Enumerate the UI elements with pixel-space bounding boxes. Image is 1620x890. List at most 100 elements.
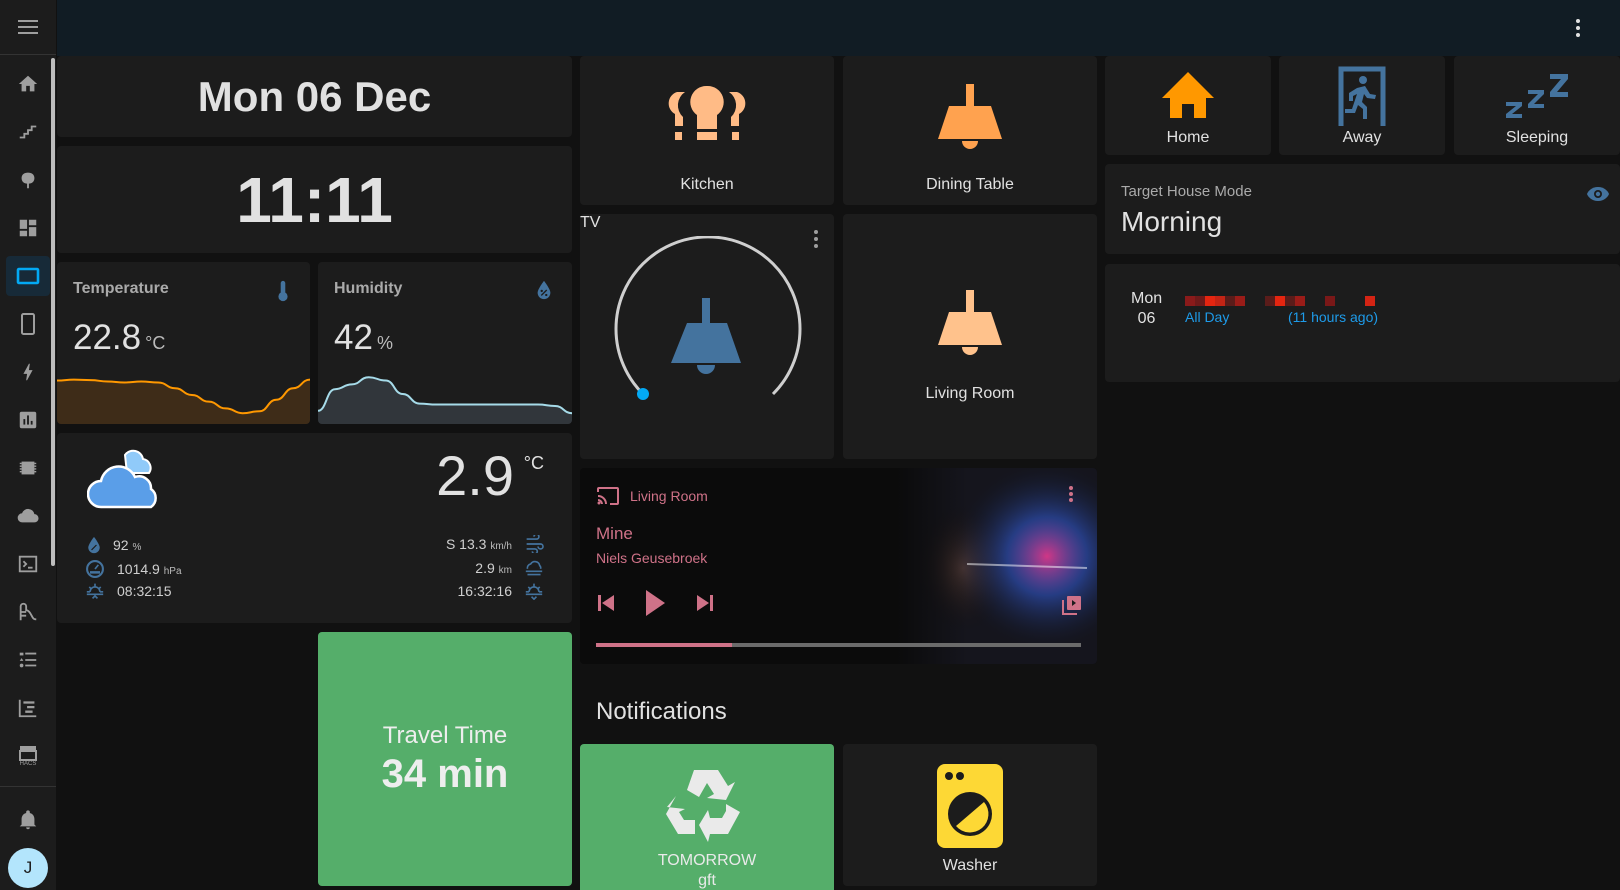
water-percent-icon: [537, 280, 551, 300]
media-progress-bar[interactable]: [596, 643, 1081, 647]
home-icon: [1162, 72, 1214, 118]
chart-box-icon: [19, 411, 37, 429]
view-dashboard-icon: [19, 219, 37, 237]
calendar-event[interactable]: (11 hours ago): [1288, 309, 1378, 325]
sidebar-item-terminal[interactable]: [6, 544, 50, 584]
temperature-card[interactable]: Temperature 22.8 °C: [57, 262, 310, 424]
light-name: Kitchen: [680, 176, 734, 193]
weather-card[interactable]: 2.9 °C 92 % 1014.9 hPa 08:32:15 S 13.3 k…: [57, 433, 572, 623]
sunrise-icon: [86, 583, 104, 599]
eye-icon[interactable]: [1586, 186, 1610, 202]
sidebar-item-tablet-landscape[interactable]: [6, 256, 50, 296]
sidebar-item-cloud[interactable]: [6, 496, 50, 536]
dots-vertical-icon[interactable]: [814, 230, 818, 248]
thermometer-icon: [278, 280, 288, 302]
bell-icon: [19, 810, 37, 830]
sidebar-item-hacs[interactable]: HACS: [6, 736, 50, 776]
gauge-icon: [86, 560, 104, 578]
sidebar-item-list[interactable]: [6, 640, 50, 680]
console-icon: [18, 555, 38, 573]
sidebar-item-chip[interactable]: [6, 448, 50, 488]
light-living-room[interactable]: Living Room: [843, 214, 1097, 459]
cloud-icon: [17, 508, 39, 523]
slide-icon: [19, 602, 37, 621]
calendar-day: Mon 06: [1131, 289, 1162, 329]
play-icon[interactable]: [643, 588, 667, 618]
humidity-card[interactable]: Humidity 42%: [318, 262, 572, 424]
sidebar-item-stairs[interactable]: [6, 112, 50, 152]
media-title: Mine: [596, 524, 633, 543]
stairs-icon: [19, 125, 37, 139]
sidebar: HACS J: [0, 0, 57, 890]
sidebar-item-phone[interactable]: [6, 304, 50, 344]
target-mode-value: Morning: [1121, 206, 1223, 237]
weather-temperature: 2.9: [436, 444, 514, 507]
target-house-mode-card[interactable]: Target House Mode Morning: [1105, 164, 1620, 254]
weather-humidity: 92 %: [87, 536, 141, 554]
weather-fog-icon: [525, 560, 543, 576]
weather-windy-icon: [526, 535, 544, 553]
sidebar-item-history[interactable]: [6, 400, 50, 440]
visibility-value: 2.9: [475, 560, 495, 576]
weather-wind: S 13.3 km/h: [446, 535, 544, 553]
media-progress-fill: [596, 643, 732, 647]
sidebar-item-energy[interactable]: [6, 352, 50, 392]
sidebar-item-logbook[interactable]: [6, 688, 50, 728]
overflow-menu-button[interactable]: [1566, 16, 1590, 40]
humidity-graph: [318, 376, 572, 424]
media-player-card[interactable]: Living Room Mine Niels Geusebroek: [580, 468, 1097, 664]
calendar-day-name: Mon: [1131, 290, 1163, 307]
sidebar-item-notifications[interactable]: [6, 800, 50, 840]
light-kitchen[interactable]: Kitchen: [580, 56, 834, 205]
format-list-icon: [19, 652, 37, 668]
sunset-time: 16:32:16: [457, 583, 513, 599]
media-artist: Niels Geusebroek: [596, 550, 708, 566]
light-dining-table[interactable]: Dining Table: [843, 56, 1097, 205]
mode-away-button[interactable]: Away: [1279, 56, 1445, 155]
hacs-label: HACS: [19, 760, 37, 767]
travel-time-label: Travel Time: [382, 721, 508, 749]
dots-vertical-icon[interactable]: [1069, 486, 1073, 502]
sidebar-scrollbar[interactable]: [51, 58, 55, 566]
travel-time-card[interactable]: Travel Time 34 min: [318, 632, 572, 886]
mode-sleeping-button[interactable]: Sleeping: [1454, 56, 1620, 155]
date-card: Mon 06 Dec: [57, 56, 572, 137]
cast-icon: [597, 487, 619, 505]
sidebar-item-dashboard[interactable]: [6, 208, 50, 248]
recycle-icon: [666, 770, 740, 842]
temperature-value: 22.8: [73, 318, 142, 357]
cloudy-icon: [87, 449, 157, 509]
weather-sunrise: 08:32:15: [85, 582, 172, 600]
calendar-card[interactable]: Mon 06 All Day (11 hours ago): [1105, 264, 1620, 382]
target-mode-caption: Target House Mode: [1121, 183, 1252, 200]
sidebar-item-tree[interactable]: [6, 160, 50, 200]
mode-home-button[interactable]: Home: [1105, 56, 1271, 155]
top-app-bar: [57, 0, 1620, 56]
lightning-icon: [23, 363, 33, 381]
home-icon: [18, 75, 38, 92]
notification-washer[interactable]: Washer: [843, 744, 1097, 886]
humidity-unit: %: [132, 542, 142, 553]
user-avatar[interactable]: J: [8, 848, 48, 888]
menu-button[interactable]: [0, 0, 56, 55]
skip-previous-icon[interactable]: [596, 592, 616, 614]
tablet-portrait-icon: [21, 313, 35, 335]
humidity-value: 42: [334, 318, 373, 357]
calendar-event[interactable]: All Day: [1185, 309, 1229, 325]
humidity-value: 92: [113, 537, 129, 553]
sidebar-item-home[interactable]: [6, 64, 50, 104]
weather-sunset: 16:32:16: [458, 582, 545, 600]
pressure-unit: hPa: [163, 566, 182, 577]
notification-recycle[interactable]: TOMORROW gft: [580, 744, 834, 890]
sunrise-time: 08:32:15: [117, 583, 172, 599]
light-tv[interactable]: TV: [580, 214, 834, 459]
sensor-value: 42%: [334, 318, 393, 358]
menu-icon: [18, 20, 38, 34]
library-icon[interactable]: [1061, 594, 1083, 616]
media-source-name: Living Room: [630, 488, 708, 504]
notification-sublabel: gft: [698, 872, 716, 889]
wind-unit: km/h: [490, 541, 512, 552]
sidebar-item-pool[interactable]: [6, 592, 50, 632]
skip-next-icon[interactable]: [695, 592, 715, 614]
mode-label: Home: [1166, 129, 1210, 146]
